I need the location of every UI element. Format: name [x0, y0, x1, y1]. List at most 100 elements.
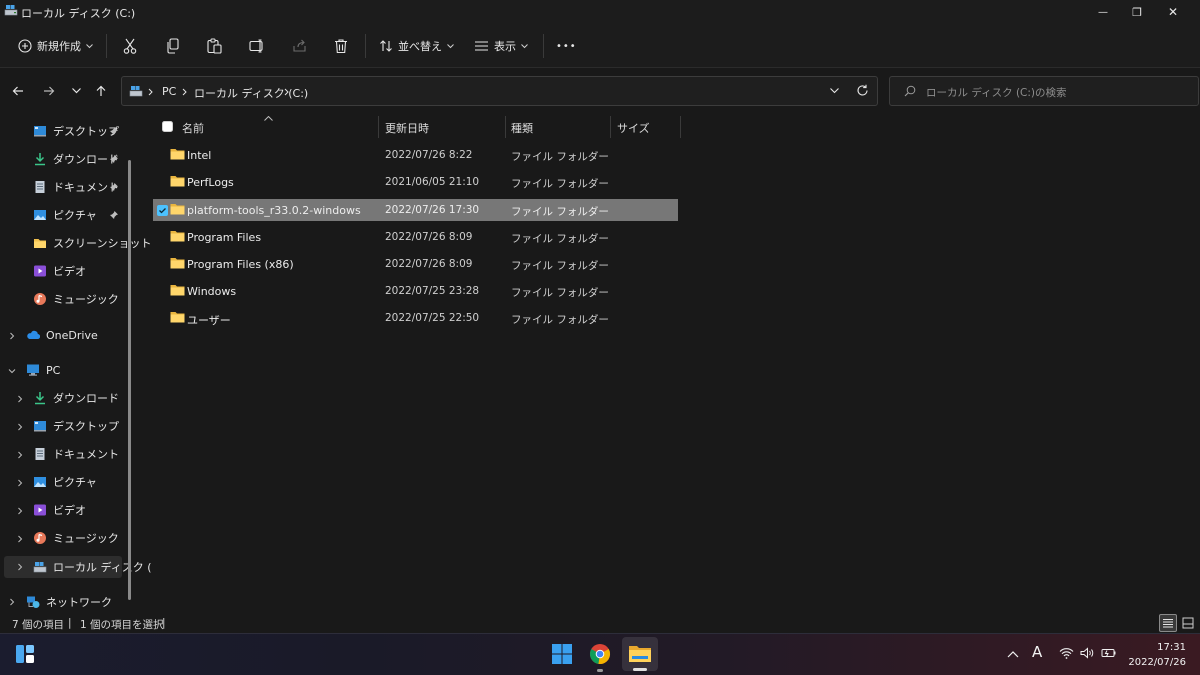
- sidebar-scrollbar[interactable]: [128, 160, 131, 600]
- copy-button[interactable]: [166, 32, 180, 60]
- close-icon: ✕: [1167, 5, 1179, 19]
- more-options-button[interactable]: •••: [556, 32, 577, 60]
- chevron-right-icon[interactable]: [16, 423, 24, 431]
- paste-button[interactable]: [207, 32, 222, 60]
- sidebar-item-pc[interactable]: PC: [26, 359, 60, 381]
- file-row-selected[interactable]: platform-tools_r33.0.2-windows 2022/07/2…: [153, 199, 678, 221]
- back-button[interactable]: [7, 80, 29, 102]
- chevron-right-icon[interactable]: [16, 479, 24, 487]
- sort-label: 並べ替え: [398, 40, 442, 53]
- start-button[interactable]: [548, 640, 576, 668]
- sidebar-item-network[interactable]: ネットワーク: [26, 591, 112, 613]
- sidebar-item-pc-pictures[interactable]: ピクチャ: [33, 471, 97, 493]
- cloud-icon: [27, 330, 40, 340]
- chevron-right-icon[interactable]: [8, 332, 16, 340]
- file-row[interactable]: Windows 2022/07/25 23:28 ファイル フォルダー: [153, 280, 678, 302]
- forward-button[interactable]: [38, 80, 60, 102]
- chevron-right-icon[interactable]: [16, 451, 24, 459]
- file-row[interactable]: ユーザー 2022/07/25 22:50 ファイル フォルダー: [153, 307, 678, 329]
- share-button[interactable]: [292, 32, 307, 60]
- music-icon: [34, 532, 46, 544]
- pin-icon[interactable]: [109, 210, 119, 220]
- file-explorer-button[interactable]: [626, 640, 654, 668]
- sidebar-item-music[interactable]: ミュージック: [33, 288, 119, 310]
- share-icon: [293, 39, 306, 52]
- sidebar-item-local-disk[interactable]: ローカル ディスク (: [33, 556, 152, 578]
- column-divider[interactable]: [610, 116, 611, 138]
- cut-button[interactable]: [123, 32, 137, 60]
- sidebar-item-videos[interactable]: ビデオ: [33, 260, 86, 282]
- battery-icon[interactable]: [1101, 647, 1117, 659]
- delete-button[interactable]: [334, 32, 348, 60]
- sidebar-item-pictures[interactable]: ピクチャ: [33, 204, 97, 226]
- up-button[interactable]: [90, 80, 112, 102]
- chevron-down-icon: [521, 43, 528, 48]
- column-divider[interactable]: [505, 116, 506, 138]
- sidebar-item-pc-music[interactable]: ミュージック: [33, 527, 119, 549]
- chevron-right-icon[interactable]: [8, 598, 16, 606]
- column-header-name[interactable]: 名前: [182, 120, 204, 136]
- column-header-date[interactable]: 更新日時: [385, 120, 429, 136]
- search-box[interactable]: ローカル ディスク (C:)の検索: [889, 76, 1199, 106]
- sidebar-item-pc-documents[interactable]: ドキュメント: [33, 443, 119, 465]
- trash-icon: [335, 39, 347, 54]
- sidebar-item-pc-downloads[interactable]: ダウンロード: [33, 387, 119, 409]
- sidebar-item-desktop[interactable]: デスクトップ: [33, 120, 119, 142]
- chevron-up-icon[interactable]: [1007, 650, 1019, 658]
- breadcrumb-local-disk[interactable]: ローカル ディスク (C:): [194, 85, 308, 101]
- close-button[interactable]: ✕: [1150, 0, 1196, 24]
- chrome-button[interactable]: [586, 640, 614, 668]
- recent-locations-button[interactable]: [65, 80, 87, 102]
- chevron-right-icon[interactable]: [16, 535, 24, 543]
- folder-icon: [170, 176, 185, 187]
- status-divider: |: [162, 617, 166, 629]
- thumbnail-view-button[interactable]: [1179, 614, 1197, 632]
- chevron-down-icon[interactable]: [830, 88, 839, 94]
- document-icon: [35, 181, 45, 193]
- file-row[interactable]: PerfLogs 2021/06/05 21:10 ファイル フォルダー: [153, 171, 678, 193]
- column-divider[interactable]: [680, 116, 681, 138]
- sidebar-item-downloads[interactable]: ダウンロード: [33, 148, 119, 170]
- sidebar-item-onedrive[interactable]: OneDrive: [26, 324, 98, 346]
- new-button[interactable]: 新規作成: [18, 32, 93, 60]
- widgets-button[interactable]: [11, 640, 39, 668]
- sidebar-item-pc-videos[interactable]: ビデオ: [33, 499, 86, 521]
- chevron-right-icon[interactable]: [16, 395, 24, 403]
- chevron-right-icon: [284, 88, 289, 96]
- wifi-icon[interactable]: [1059, 647, 1074, 659]
- column-header-type[interactable]: 種類: [511, 120, 533, 136]
- drive-icon: [4, 5, 18, 16]
- refresh-icon[interactable]: [856, 84, 869, 97]
- column-header-size[interactable]: サイズ: [617, 120, 650, 136]
- file-row[interactable]: Program Files 2022/07/26 8:09 ファイル フォルダー: [153, 226, 678, 248]
- desktop-icon: [34, 126, 46, 137]
- sidebar-item-label: ネットワーク: [46, 596, 112, 609]
- chevron-right-icon[interactable]: [16, 563, 24, 571]
- row-checkbox-checked[interactable]: [157, 205, 168, 216]
- chevron-right-icon[interactable]: [16, 507, 24, 515]
- chevron-down-icon[interactable]: [8, 367, 16, 375]
- new-label: 新規作成: [37, 40, 81, 53]
- pin-icon[interactable]: [109, 154, 119, 164]
- pin-icon[interactable]: [109, 182, 119, 192]
- select-all-checkbox[interactable]: [162, 121, 173, 132]
- file-row[interactable]: Intel 2022/07/26 8:22 ファイル フォルダー: [153, 144, 678, 166]
- details-view-button[interactable]: [1159, 614, 1177, 632]
- sidebar-item-pc-desktop[interactable]: デスクトップ: [33, 415, 119, 437]
- breadcrumb-pc[interactable]: PC: [162, 85, 176, 98]
- column-divider[interactable]: [378, 116, 379, 138]
- rename-button[interactable]: [249, 32, 265, 60]
- system-clock[interactable]: 17:31 2022/07/26: [1116, 640, 1186, 670]
- sidebar-item-label: ミュージック: [53, 293, 119, 306]
- sidebar-item-screenshots[interactable]: スクリーンショット: [33, 232, 151, 254]
- sidebar-item-label: ビデオ: [53, 265, 86, 278]
- file-name: Intel: [187, 149, 212, 162]
- pin-icon[interactable]: [109, 126, 119, 136]
- file-row[interactable]: Program Files (x86) 2022/07/26 8:09 ファイル…: [153, 253, 678, 275]
- sidebar-item-documents[interactable]: ドキュメント: [33, 176, 119, 198]
- address-bar[interactable]: PC ローカル ディスク (C:): [121, 76, 878, 106]
- sort-button[interactable]: 並べ替え: [379, 32, 454, 60]
- volume-icon[interactable]: [1080, 647, 1095, 659]
- view-button[interactable]: 表示: [474, 32, 528, 60]
- ime-indicator[interactable]: A: [1032, 643, 1042, 661]
